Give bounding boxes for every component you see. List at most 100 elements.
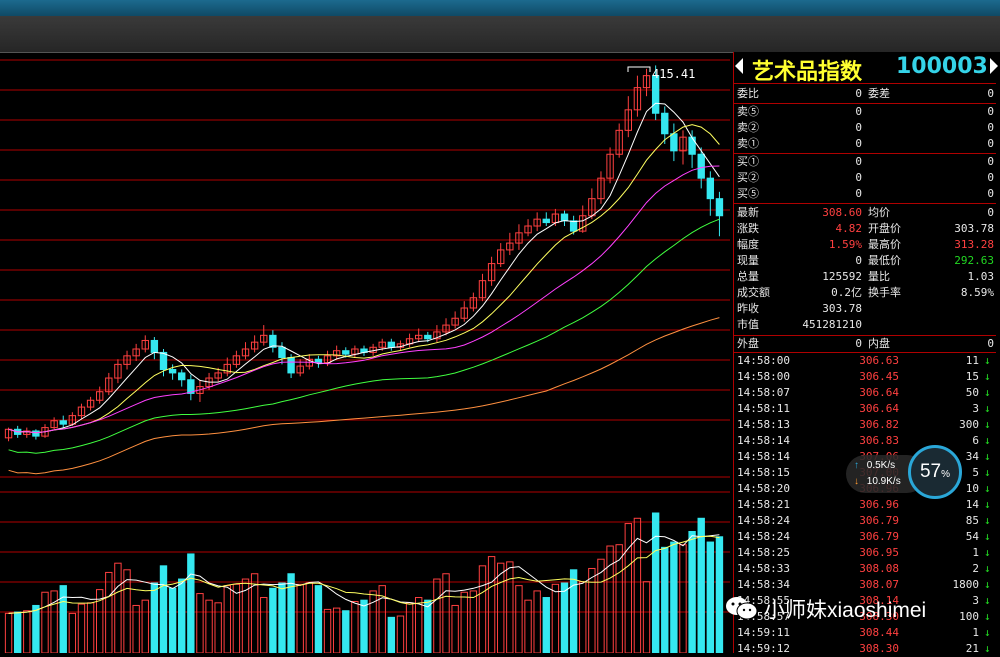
- tick-row: 14:58:13 306.82 300 ↓: [734, 417, 996, 433]
- tick-time: 14:58:25: [737, 546, 790, 559]
- volume-bar: [205, 599, 213, 653]
- tick-row: 14:58:24 306.79 85 ↓: [734, 513, 996, 529]
- prev-stock-icon[interactable]: [735, 58, 743, 74]
- watermark: 小师妹xiaoshimei: [724, 592, 984, 622]
- row-value-2: 0: [987, 87, 994, 100]
- tick-volume: 11: [965, 354, 979, 367]
- tick-time: 14:58:07: [737, 386, 790, 399]
- tick-price: 306.64: [859, 386, 899, 399]
- row-value-1: 0: [855, 121, 862, 134]
- row-label-1: 卖②: [737, 121, 759, 134]
- volume-bar: [68, 612, 77, 653]
- tick-row: 14:58:24 306.79 54 ↓: [734, 529, 996, 545]
- tick-volume: 50: [965, 386, 979, 399]
- volume-bar: [269, 587, 277, 653]
- down-arrow-icon: ↓: [984, 498, 991, 511]
- tick-price: 306.95: [859, 546, 899, 559]
- row-value-1: 308.60: [822, 206, 862, 219]
- outer-inner-row: 外盘 0 内盘 0: [734, 336, 996, 352]
- tick-row: 14:58:00 306.63 11 ↓: [734, 353, 996, 369]
- row-value-2: 303.78: [954, 222, 994, 235]
- volume-bar: [105, 571, 113, 653]
- row-value-2: 0: [987, 337, 994, 350]
- row-value-2: 8.59%: [960, 286, 994, 299]
- down-candle: [424, 334, 432, 340]
- down-arrow-icon: ↓: [984, 370, 991, 383]
- down-arrow-icon: ↓: [984, 562, 991, 575]
- tick-time: 14:58:00: [737, 370, 790, 383]
- row-value-1: 1.59%: [828, 238, 862, 251]
- row-label-1: 幅度: [737, 238, 759, 251]
- tick-volume: 54: [965, 530, 979, 543]
- down-candle: [670, 133, 678, 152]
- tick-row: 14:59:11 308.44 1 ↓: [734, 625, 996, 641]
- volume-bar: [4, 612, 13, 653]
- kline-chart[interactable]: 415.41: [0, 52, 732, 653]
- volume-bar: [23, 610, 31, 653]
- volume-bar: [196, 593, 204, 653]
- volume-bar: [569, 569, 578, 653]
- volume-bar: [661, 546, 669, 653]
- tick-price: 306.64: [859, 402, 899, 415]
- volume-bar: [387, 616, 396, 653]
- peak-label: 415.41: [652, 67, 695, 81]
- tick-price: 306.45: [859, 370, 899, 383]
- row-label-1: 卖①: [737, 137, 759, 150]
- row-label-1: 昨收: [737, 302, 759, 315]
- row-label-1: 买①: [737, 155, 759, 168]
- volume-bar: [86, 602, 95, 653]
- row-label-2: 委差: [868, 87, 890, 100]
- row-value-1: 0: [855, 337, 862, 350]
- down-arrow-icon: ↓: [984, 386, 991, 399]
- network-speed-widget[interactable]: ↑ 0.5K/s ↓ 10.9K/s 57%: [846, 445, 966, 503]
- stock-name: 艺术品指数: [752, 60, 863, 85]
- volume-bar: [287, 573, 295, 653]
- volume-bar: [114, 562, 122, 653]
- volume-bar: [424, 599, 432, 653]
- row-value-1: 0: [855, 155, 862, 168]
- tick-time: 14:58:11: [737, 402, 790, 415]
- volume-bar: [451, 604, 459, 653]
- volume-bar: [478, 565, 487, 653]
- down-candle: [342, 350, 350, 355]
- volume-bar: [469, 590, 478, 653]
- row-value-2: 0: [987, 187, 994, 200]
- order-book-row: 买⑤ 0 0: [734, 186, 996, 202]
- tick-price: 306.79: [859, 514, 899, 527]
- upload-speed: 0.5K/s: [866, 460, 896, 471]
- volume-bar: [232, 583, 241, 653]
- volume-bar: [351, 600, 359, 653]
- tick-time: 14:58:14: [737, 450, 790, 463]
- down-candle: [661, 112, 669, 135]
- volume-bars: [4, 512, 724, 653]
- download-speed: 10.9K/s: [866, 476, 901, 487]
- row-label-2: 开盘价: [868, 222, 901, 235]
- volume-bar: [50, 590, 58, 653]
- volume-bar: [141, 599, 149, 653]
- stock-code: 100003: [896, 54, 988, 79]
- stat-row: 成交额 0.2亿 换手率 8.59%: [734, 285, 996, 301]
- volume-bar: [670, 541, 678, 653]
- down-candle: [542, 218, 550, 224]
- row-label-2: 内盘: [868, 337, 890, 350]
- row-label-2: 换手率: [868, 286, 901, 299]
- volume-bar: [433, 578, 441, 653]
- row-value-1: 0: [855, 171, 862, 184]
- next-stock-icon[interactable]: [990, 58, 998, 74]
- volume-bar: [515, 585, 523, 653]
- down-candle: [287, 357, 295, 374]
- row-value-1: 0: [855, 137, 862, 150]
- tick-time: 14:59:12: [737, 642, 790, 655]
- down-candle: [150, 339, 159, 353]
- stat-row: 幅度 1.59% 最高价 313.28: [734, 237, 996, 253]
- down-candle: [59, 420, 67, 425]
- tick-time: 14:58:24: [737, 530, 790, 543]
- tick-volume: 1: [972, 626, 979, 639]
- row-label-1: 最新: [737, 206, 759, 219]
- row-value-1: 0: [855, 87, 862, 100]
- row-value-2: 0: [987, 171, 994, 184]
- volume-bar: [542, 597, 550, 653]
- volume-bar: [579, 581, 587, 653]
- volume-bar: [560, 582, 569, 653]
- order-book-row: 卖① 0 0: [734, 136, 996, 152]
